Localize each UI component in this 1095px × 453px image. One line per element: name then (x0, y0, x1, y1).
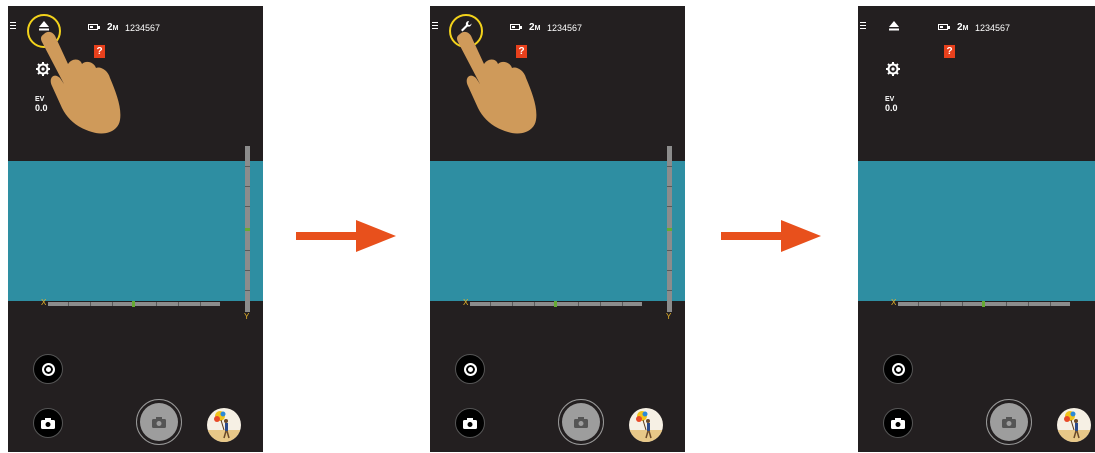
photo-thumbnail-icon (207, 411, 241, 442)
circle-mode-icon (463, 362, 477, 376)
screen-1: 2M 1234567 ? EV 0.0 X Y (8, 6, 263, 452)
camera-icon (41, 417, 55, 429)
pointing-hand-icon (40, 31, 121, 134)
camera-icon (463, 417, 477, 429)
x-axis-label: X (463, 298, 469, 307)
gallery-thumbnail[interactable] (207, 408, 241, 442)
shutter-button[interactable] (136, 399, 182, 445)
resolution-label: 2M (957, 22, 969, 33)
menu-icon[interactable] (10, 22, 16, 30)
mode-button[interactable] (33, 354, 63, 384)
arrow-right-icon (721, 220, 821, 252)
pointing-hand-icon (456, 31, 537, 134)
menu-icon[interactable] (860, 22, 866, 30)
camera-icon (1002, 416, 1016, 428)
arrow-right-icon (296, 220, 396, 252)
y-axis-label: Y (244, 312, 250, 321)
horizontal-level-scale (898, 301, 1070, 307)
photo-thumbnail-icon (629, 411, 663, 442)
shot-counter: 1234567 (975, 23, 1011, 33)
photo-thumbnail-icon (1057, 411, 1091, 442)
camera-icon (152, 416, 166, 428)
screen-2: 2M 1234567 ? X Y (430, 6, 685, 452)
horizontal-level-scale (48, 301, 220, 307)
warning-icon: ? (944, 45, 955, 58)
camera-icon (574, 416, 588, 428)
vertical-level-scale (245, 146, 250, 312)
camera-mode-button[interactable] (33, 408, 63, 438)
screen-3: 2M 1234567 ? EV 0.0 X (858, 6, 1095, 452)
ev-indicator[interactable]: EV 0.0 (885, 96, 898, 113)
x-axis-label: X (41, 298, 47, 307)
shutter-button[interactable] (986, 399, 1032, 445)
eject-icon[interactable] (888, 20, 900, 32)
shutter-button[interactable] (558, 399, 604, 445)
menu-icon[interactable] (432, 22, 438, 30)
circle-mode-icon (41, 362, 55, 376)
circle-mode-icon (891, 362, 905, 376)
gallery-thumbnail[interactable] (629, 408, 663, 442)
viewfinder (858, 161, 1095, 301)
viewfinder (8, 161, 263, 301)
status-bar: 2M 1234567 (858, 20, 1095, 38)
vertical-level-scale (667, 146, 672, 312)
viewfinder (430, 161, 685, 301)
gallery-thumbnail[interactable] (1057, 408, 1091, 442)
ev-label: EV (885, 96, 895, 103)
battery-icon (938, 24, 950, 30)
y-axis-label: Y (666, 312, 672, 321)
x-axis-label: X (891, 298, 897, 307)
ev-value: 0.0 (885, 103, 898, 113)
gear-icon[interactable] (886, 62, 900, 76)
camera-mode-button[interactable] (883, 408, 913, 438)
shot-counter: 1234567 (125, 23, 161, 33)
shot-counter: 1234567 (547, 23, 583, 33)
mode-button[interactable] (883, 354, 913, 384)
camera-mode-button[interactable] (455, 408, 485, 438)
horizontal-level-scale (470, 301, 642, 307)
mode-button[interactable] (455, 354, 485, 384)
camera-icon (891, 417, 905, 429)
